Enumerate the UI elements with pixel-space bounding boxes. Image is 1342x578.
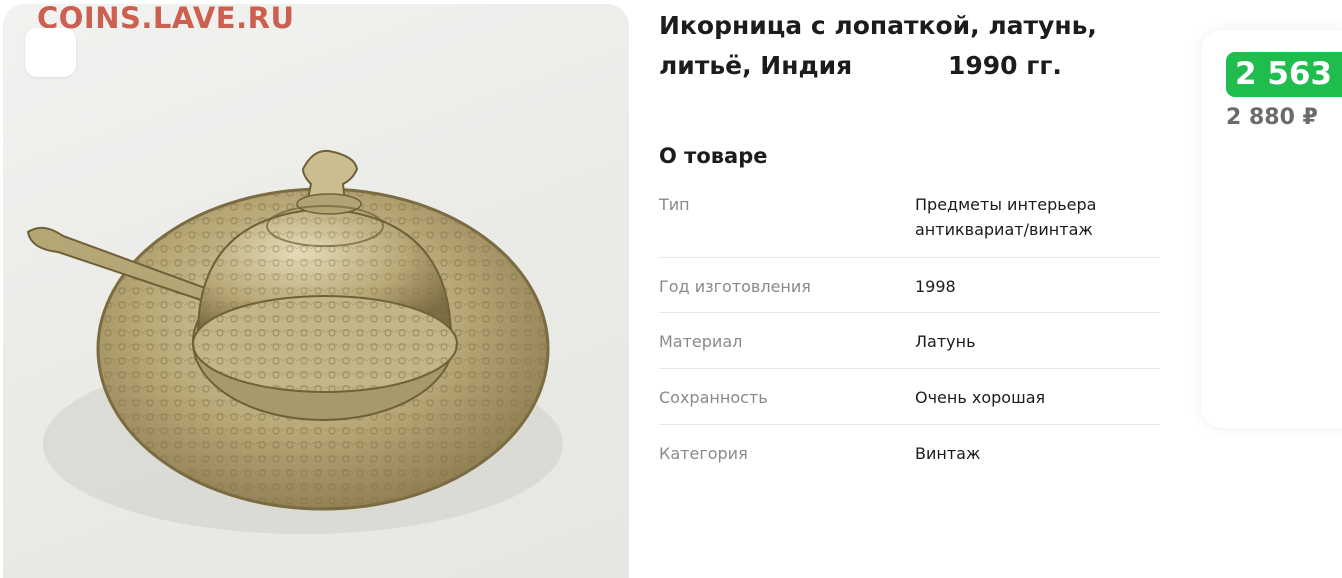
favorite-button[interactable] — [25, 28, 76, 77]
watermark: COINS.LAVE.RU — [37, 4, 295, 35]
current-price: 2 563 ₽ — [1226, 52, 1342, 97]
spec-row-category: Категория Винтаж — [659, 425, 1160, 481]
spec-row-material: Материал Латунь — [659, 313, 1160, 369]
title-line-1: Икорница с лопаткой, латунь, — [659, 11, 1097, 40]
spec-name: Сохранность — [659, 388, 768, 407]
spec-value: Винтаж — [915, 444, 981, 463]
spec-name: Год изготовления — [659, 277, 811, 296]
spec-name: Тип — [659, 195, 690, 214]
price-card: 2 563 ₽ 2 880 ₽ — [1201, 30, 1342, 428]
spec-value-line: антиквариат/винтаж — [915, 220, 1093, 239]
spec-row-condition: Сохранность Очень хорошая — [659, 369, 1160, 425]
spec-value: Латунь — [915, 332, 976, 351]
spec-row-year: Год изготовления 1998 — [659, 258, 1160, 313]
spec-row-type: Тип Предметы интерьера антиквариат/винта… — [659, 190, 1160, 258]
about-heading: О товаре — [659, 144, 768, 168]
spec-name: Категория — [659, 444, 748, 463]
spec-name: Материал — [659, 332, 743, 351]
title-line-2: литьё, Индия 1990 гг. — [659, 51, 1062, 80]
product-title: Икорница с лопаткой, латунь, литьё, Инди… — [659, 6, 1129, 86]
caviar-dish-image — [26, 149, 563, 534]
spec-value: 1998 — [915, 277, 956, 296]
spec-value-line: Предметы интерьера — [915, 195, 1097, 214]
spec-value: Очень хорошая — [915, 388, 1046, 407]
old-price: 2 880 ₽ — [1226, 105, 1318, 130]
specs-table: Тип Предметы интерьера антиквариат/винта… — [659, 190, 1160, 481]
spec-value: Предметы интерьера антиквариат/винтаж — [915, 190, 1160, 257]
product-photo[interactable]: COINS.LAVE.RU — [3, 4, 629, 578]
